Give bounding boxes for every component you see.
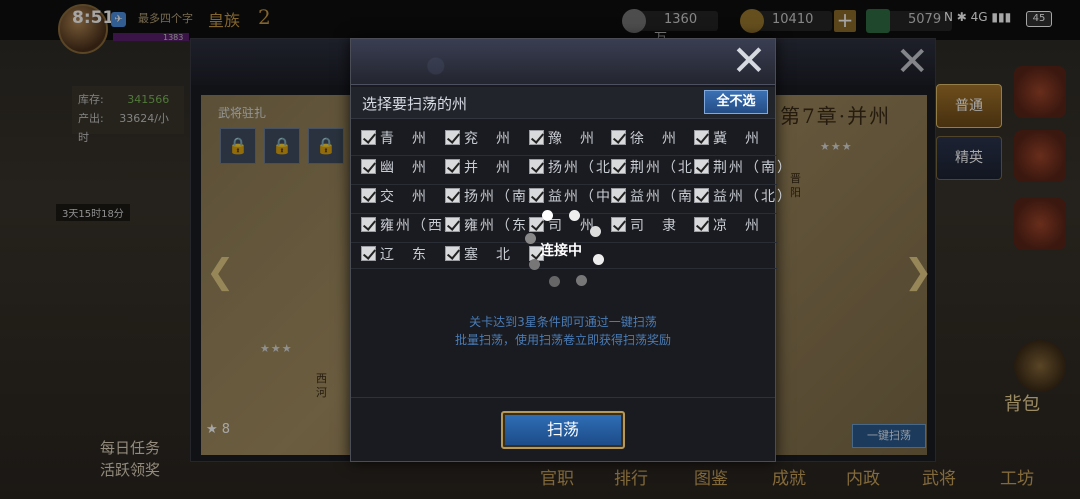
region-label: 凉 州 [713, 218, 761, 234]
checkbox[interactable] [361, 217, 376, 232]
spinner-dot [593, 254, 604, 265]
close-icon[interactable]: ✕ [729, 40, 769, 82]
checkbox[interactable] [611, 217, 626, 232]
checkbox[interactable] [694, 188, 709, 203]
sweep-hint: 关卡达到3星条件即可通过一键扫荡 批量扫荡，使用扫荡卷立即获得扫荡奖励 [351, 313, 775, 349]
checkbox[interactable] [529, 159, 544, 174]
checkbox[interactable] [361, 246, 376, 261]
hint-line-2: 批量扫荡，使用扫荡卷立即获得扫荡奖励 [454, 333, 671, 347]
checkbox[interactable] [611, 188, 626, 203]
checkbox[interactable] [445, 130, 460, 145]
spinner-dot [569, 210, 580, 221]
checkbox[interactable] [445, 246, 460, 261]
checkbox[interactable] [445, 159, 460, 174]
spinner-dot [542, 210, 553, 221]
checkbox[interactable] [445, 217, 460, 232]
region-label: 并 州 [464, 160, 512, 176]
divider [351, 155, 777, 156]
region-label: 豫 州 [548, 131, 596, 147]
dialog-header [351, 39, 775, 85]
region-label: 辽 东 [380, 247, 428, 263]
divider [351, 397, 775, 398]
checkbox[interactable] [529, 130, 544, 145]
sweep-button[interactable]: 扫荡 [501, 411, 625, 449]
checkbox[interactable] [694, 217, 709, 232]
checkbox[interactable] [611, 130, 626, 145]
checkbox[interactable] [445, 188, 460, 203]
checkbox[interactable] [361, 188, 376, 203]
region-label: 益州（北） [713, 189, 793, 205]
checkbox[interactable] [361, 130, 376, 145]
spinner-dot [590, 226, 601, 237]
checkbox[interactable] [611, 159, 626, 174]
region-label: 冀 州 [713, 131, 761, 147]
spinner-dot [549, 276, 560, 287]
loading-spinner: 连接中 [512, 200, 612, 300]
spinner-dot [529, 259, 540, 270]
region-label: 塞 北 [464, 247, 512, 263]
dialog-title: 选择要扫荡的州 [362, 95, 468, 113]
region-label: 司 隶 [630, 218, 678, 234]
divider [351, 184, 777, 185]
deselect-all-button[interactable]: 全不选 [704, 90, 768, 114]
hint-line-1: 关卡达到3星条件即可通过一键扫荡 [469, 315, 657, 329]
spinner-dot [525, 233, 536, 244]
loading-text: 连接中 [540, 243, 582, 259]
region-label: 兖 州 [464, 131, 512, 147]
spinner-dot [576, 275, 587, 286]
dialog-title-row: 选择要扫荡的州 全不选 [351, 87, 775, 119]
region-label: 幽 州 [380, 160, 428, 176]
checkbox[interactable] [361, 159, 376, 174]
checkbox[interactable] [694, 130, 709, 145]
region-label: 徐 州 [630, 131, 678, 147]
region-label: 青 州 [380, 131, 428, 147]
checkbox[interactable] [694, 159, 709, 174]
region-label: 交 州 [380, 189, 428, 205]
region-label: 荆州（南） [713, 160, 793, 176]
